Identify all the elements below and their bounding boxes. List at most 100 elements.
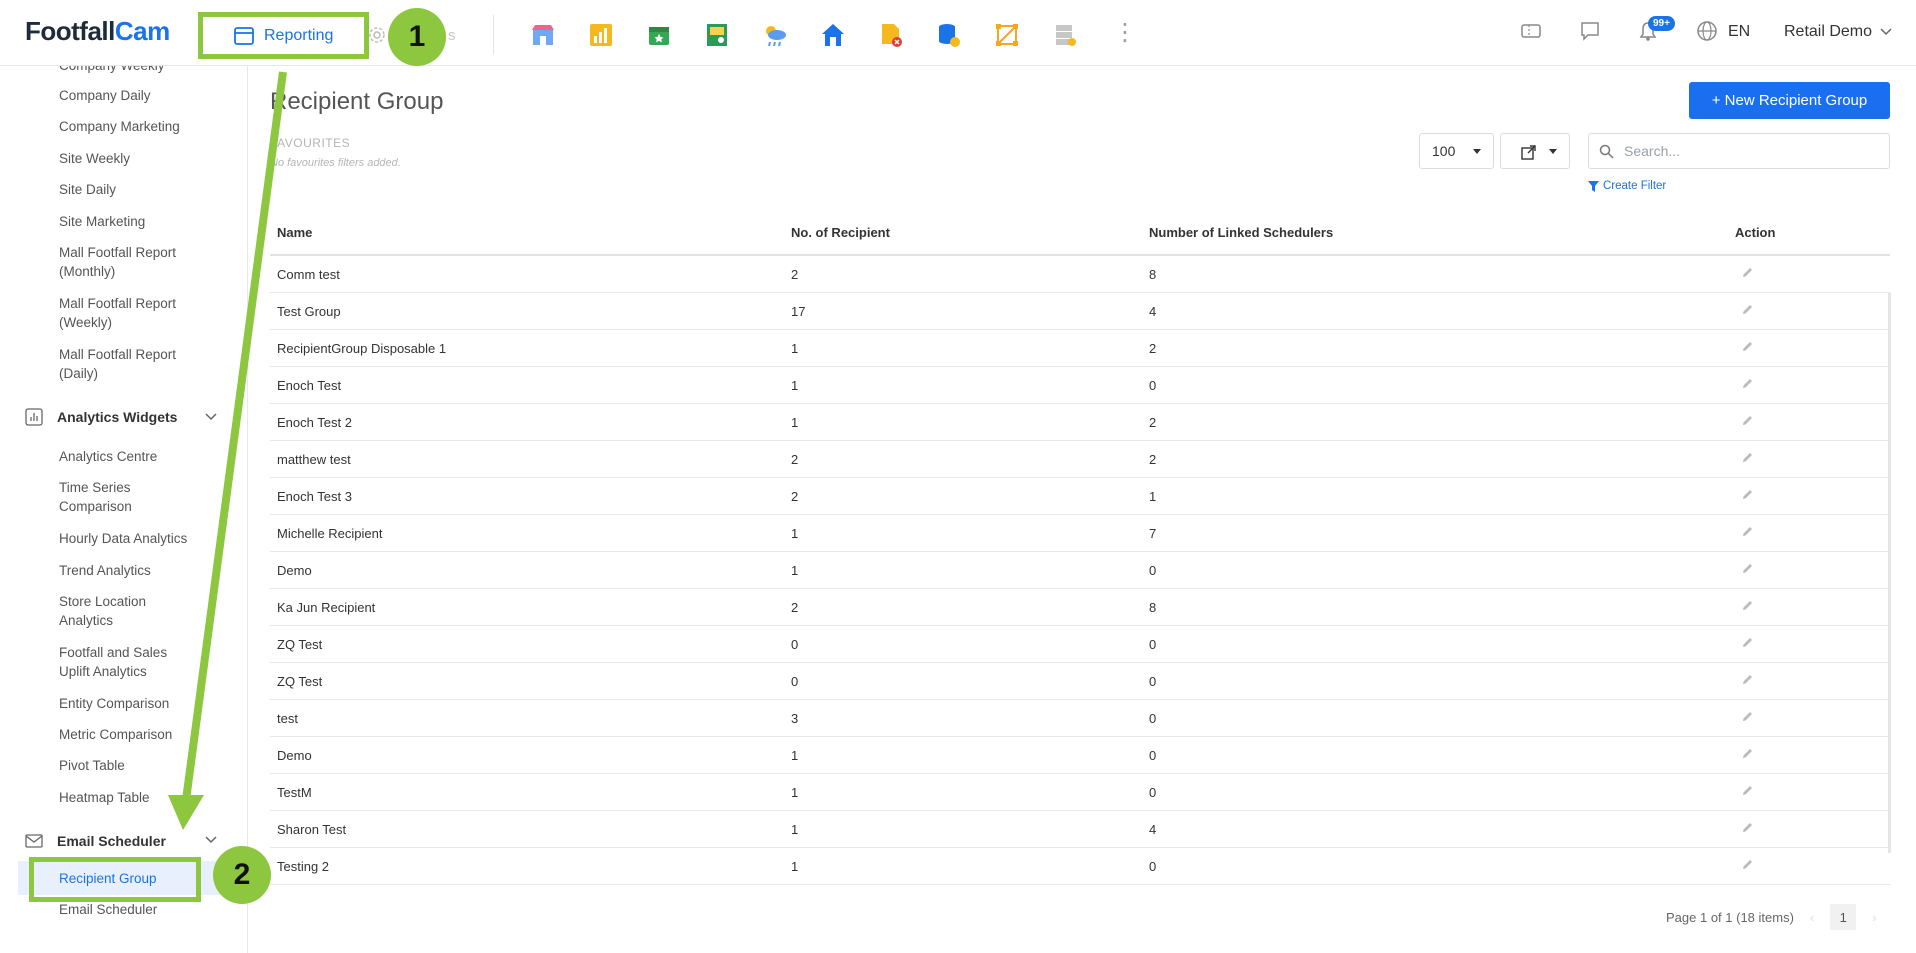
create-filter-link[interactable]: Create Filter <box>1588 180 1666 192</box>
grid-icon[interactable] <box>992 20 1022 50</box>
sidebar-item-mall-weekly[interactable]: Mall Footfall Report (Weekly) <box>59 294 176 332</box>
ticket-icon[interactable] <box>1520 20 1542 47</box>
edit-pencil-icon[interactable] <box>1741 488 1754 504</box>
sidebar-item-email-scheduler[interactable]: Email Scheduler <box>59 900 157 919</box>
cell-linked-schedulers: 4 <box>1149 303 1157 319</box>
table-scrollbar[interactable] <box>1888 293 1891 853</box>
cell-linked-schedulers: 0 <box>1149 710 1157 726</box>
sidebar-item-mall-monthly[interactable]: Mall Footfall Report (Monthly) <box>59 243 176 281</box>
database-icon[interactable] <box>934 20 964 50</box>
sidebar-section-email-scheduler[interactable]: Email Scheduler <box>25 833 217 849</box>
search-box[interactable] <box>1588 133 1890 169</box>
edit-pencil-icon[interactable] <box>1741 340 1754 356</box>
table-row[interactable]: ZQ Test 0 0 <box>270 663 1890 700</box>
edit-pencil-icon[interactable] <box>1741 858 1754 874</box>
weather-icon[interactable] <box>760 20 790 50</box>
table-row[interactable]: Demo 1 0 <box>270 737 1890 774</box>
sidebar-item-company-marketing[interactable]: Company Marketing <box>59 117 180 136</box>
export-button[interactable] <box>1500 133 1570 169</box>
sidebar-item-company-daily[interactable]: Company Daily <box>59 86 151 105</box>
table-row[interactable]: Ka Jun Recipient 2 8 <box>270 589 1890 626</box>
logo[interactable]: FootfallCam <box>25 16 170 47</box>
sidebar-item-hourly-data[interactable]: Hourly Data Analytics <box>59 529 187 548</box>
cell-recipient-count: 17 <box>791 303 806 319</box>
sidebar-item-site-marketing[interactable]: Site Marketing <box>59 212 145 231</box>
sidebar-item-company-weekly[interactable]: Company Weekly <box>59 66 165 75</box>
sidebar-item-footfall-sales-uplift[interactable]: Footfall and Sales Uplift Analytics <box>59 643 167 681</box>
page-number-button[interactable]: 1 <box>1830 904 1857 930</box>
edit-pencil-icon[interactable] <box>1741 562 1754 578</box>
table-row[interactable]: RecipientGroup Disposable 1 1 2 <box>270 330 1890 367</box>
sidebar-item-label: Footfall and Sales <box>59 645 168 660</box>
sidebar-item-label: Analytics <box>59 613 114 628</box>
favourites-label: FAVOURITES <box>270 136 351 150</box>
more-vertical-icon[interactable]: ⋮ <box>1113 18 1137 48</box>
edit-pencil-icon[interactable] <box>1741 414 1754 430</box>
edit-pencil-icon[interactable] <box>1741 377 1754 393</box>
chart-icon[interactable] <box>586 20 616 50</box>
chat-icon[interactable] <box>1579 20 1601 47</box>
document-alert-icon[interactable] <box>876 20 906 50</box>
table-row[interactable]: Michelle Recipient 1 7 <box>270 515 1890 552</box>
edit-pencil-icon[interactable] <box>1741 673 1754 689</box>
sidebar-item-entity-comparison[interactable]: Entity Comparison <box>59 694 169 713</box>
table-row[interactable]: matthew test 2 2 <box>270 441 1890 478</box>
sidebar-item-store-location[interactable]: Store Location Analytics <box>59 592 146 630</box>
sidebar-item-label: (Monthly) <box>59 264 116 279</box>
table-row[interactable]: Enoch Test 1 0 <box>270 367 1890 404</box>
toolbar-divider <box>493 15 494 55</box>
callout-step-1: 1 <box>388 8 446 66</box>
recipient-group-table: Name No. of Recipient Number of Linked S… <box>270 211 1890 885</box>
sidebar-item-metric-comparison[interactable]: Metric Comparison <box>59 725 172 744</box>
edit-pencil-icon[interactable] <box>1741 821 1754 837</box>
calendar-icon[interactable] <box>644 20 674 50</box>
page-size-select[interactable]: 100 <box>1419 133 1494 169</box>
table-row[interactable]: Test Group 17 4 <box>270 293 1890 330</box>
sidebar-item-heatmap-table[interactable]: Heatmap Table <box>59 788 150 807</box>
edit-pencil-icon[interactable] <box>1741 303 1754 319</box>
new-recipient-group-button[interactable]: + New Recipient Group <box>1689 82 1890 119</box>
globe-icon[interactable] <box>1696 20 1718 47</box>
table-row[interactable]: ZQ Test 0 0 <box>270 626 1890 663</box>
prev-page-icon[interactable]: ‹ <box>1810 910 1814 925</box>
table-row[interactable]: Enoch Test 3 2 1 <box>270 478 1890 515</box>
report-icon[interactable] <box>702 20 732 50</box>
edit-pencil-icon[interactable] <box>1741 266 1754 282</box>
column-header-name[interactable]: Name <box>270 225 784 240</box>
edit-pencil-icon[interactable] <box>1741 599 1754 615</box>
edit-pencil-icon[interactable] <box>1741 451 1754 467</box>
table-row[interactable]: Enoch Test 2 1 2 <box>270 404 1890 441</box>
edit-pencil-icon[interactable] <box>1741 525 1754 541</box>
caret-down-icon <box>1473 149 1481 154</box>
column-header-linked-schedulers[interactable]: Number of Linked Schedulers <box>1142 225 1728 240</box>
search-input[interactable] <box>1624 143 1864 159</box>
sidebar-item-pivot-table[interactable]: Pivot Table <box>59 756 125 775</box>
table-row[interactable]: TestM 1 0 <box>270 774 1890 811</box>
cell-name: Enoch Test 2 <box>277 414 352 430</box>
sidebar-item-time-series[interactable]: Time Series Comparison <box>59 478 132 516</box>
sidebar-item-analytics-centre[interactable]: Analytics Centre <box>59 447 157 466</box>
table-row[interactable]: Demo 1 0 <box>270 552 1890 589</box>
edit-pencil-icon[interactable] <box>1741 784 1754 800</box>
server-icon[interactable] <box>1050 20 1080 50</box>
table-row[interactable]: Sharon Test 1 4 <box>270 811 1890 848</box>
edit-pencil-icon[interactable] <box>1741 636 1754 652</box>
language-selector[interactable]: EN <box>1728 23 1750 41</box>
table-row[interactable]: test 3 0 <box>270 700 1890 737</box>
sidebar-item-trend-analytics[interactable]: Trend Analytics <box>59 561 151 580</box>
sidebar-item-mall-daily[interactable]: Mall Footfall Report (Daily) <box>59 345 176 383</box>
table-row[interactable]: Comm test 2 8 <box>270 256 1890 293</box>
next-page-icon[interactable]: › <box>1872 910 1876 925</box>
sidebar-item-site-weekly[interactable]: Site Weekly <box>59 149 130 168</box>
edit-pencil-icon[interactable] <box>1741 747 1754 763</box>
sidebar-item-site-daily[interactable]: Site Daily <box>59 180 116 199</box>
store-icon[interactable] <box>528 20 558 50</box>
account-menu[interactable]: Retail Demo <box>1784 23 1892 41</box>
edit-pencil-icon[interactable] <box>1741 710 1754 726</box>
table-row[interactable]: Testing 2 1 0 <box>270 848 1890 885</box>
sidebar-item-label: Mall Footfall Report <box>59 347 177 362</box>
home-icon[interactable] <box>818 20 848 50</box>
column-header-recipients[interactable]: No. of Recipient <box>784 225 1142 240</box>
cell-action <box>1728 747 1890 763</box>
sidebar-section-analytics-widgets[interactable]: Analytics Widgets <box>25 408 217 426</box>
